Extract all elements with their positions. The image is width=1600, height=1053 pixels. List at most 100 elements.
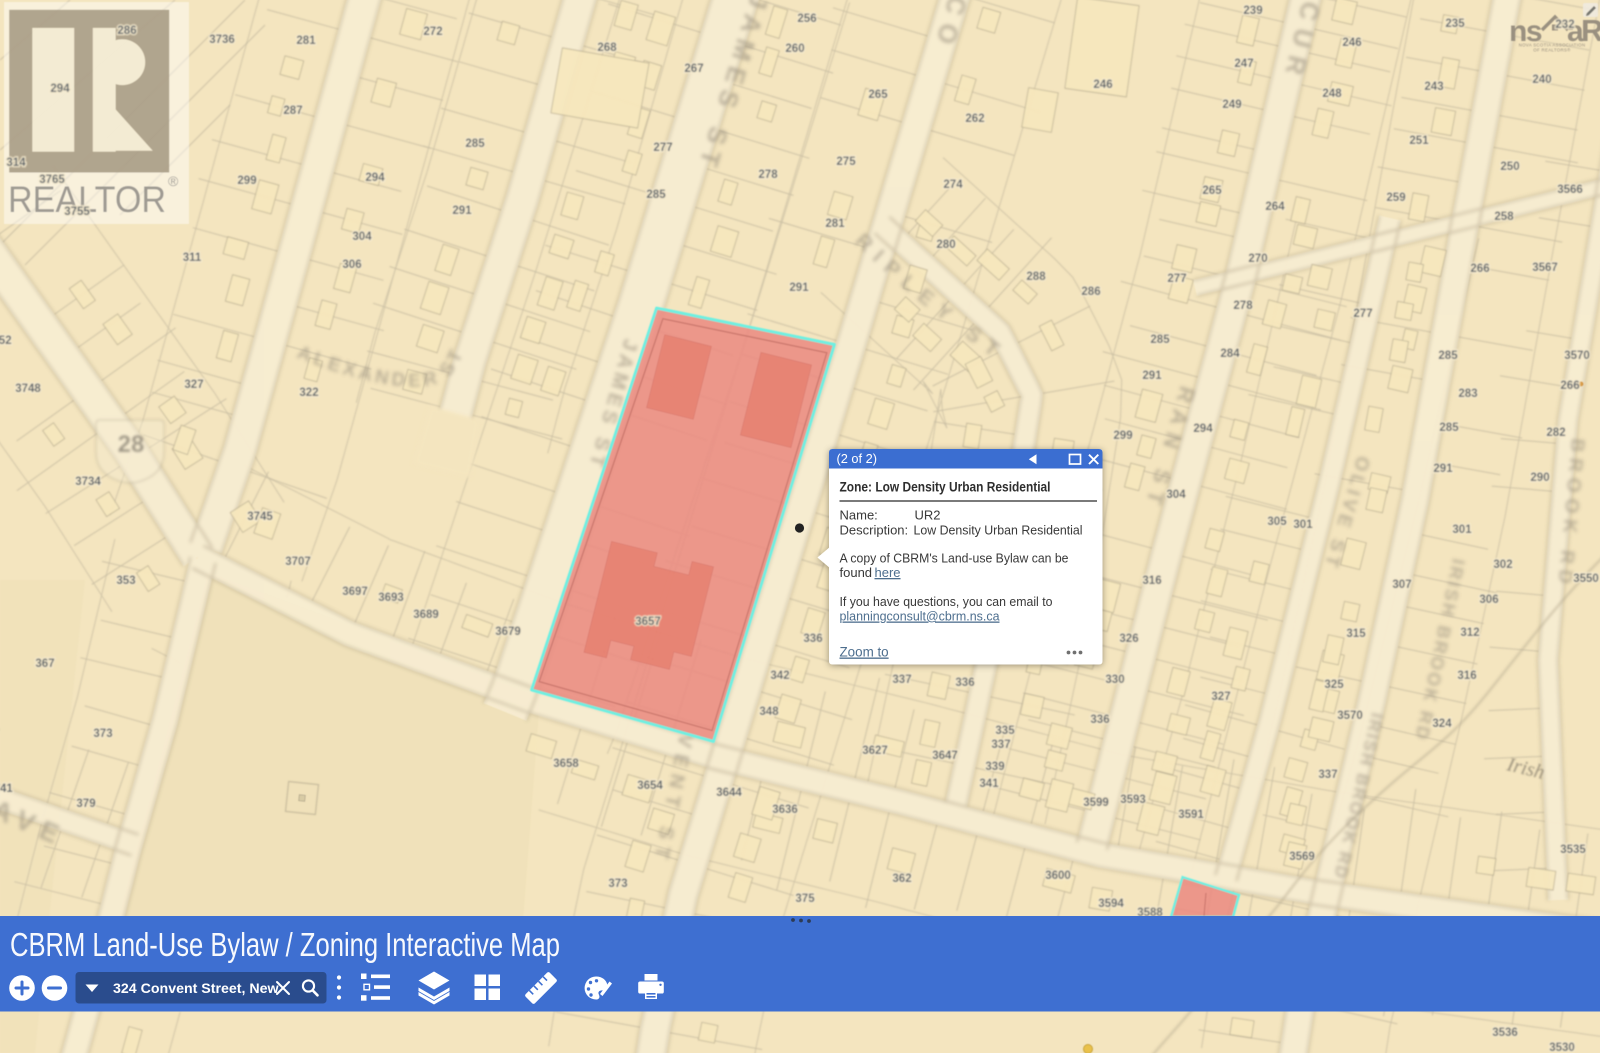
svg-text:353: 353: [116, 575, 135, 587]
svg-text:278: 278: [758, 169, 778, 181]
svg-text:found: found: [840, 565, 873, 580]
svg-text:If you have questions, you can: If you have questions, you can email to: [840, 594, 1053, 609]
svg-text:373: 373: [608, 878, 627, 890]
svg-text:330: 330: [1105, 674, 1124, 686]
svg-text:277: 277: [1353, 308, 1372, 320]
svg-text:291: 291: [1142, 370, 1162, 382]
svg-text:267: 267: [684, 63, 703, 75]
svg-text:339: 339: [985, 761, 1004, 773]
svg-text:291: 291: [789, 282, 809, 294]
svg-text:UR2: UR2: [915, 508, 941, 523]
svg-text:341: 341: [979, 778, 999, 790]
svg-text:286: 286: [117, 25, 136, 37]
svg-text:3600: 3600: [1045, 870, 1071, 882]
svg-text:243: 243: [1424, 81, 1443, 93]
svg-text:342: 342: [770, 670, 789, 682]
svg-text:3644: 3644: [716, 787, 742, 799]
svg-text:285: 285: [1438, 350, 1458, 362]
svg-text:®: ®: [168, 173, 179, 189]
svg-text:3566: 3566: [1557, 184, 1583, 196]
svg-text:(2 of 2): (2 of 2): [837, 451, 878, 466]
svg-text:3741: 3741: [0, 783, 13, 795]
svg-text:280: 280: [936, 239, 955, 251]
svg-text:306: 306: [342, 259, 361, 271]
svg-text:266: 266: [1470, 263, 1489, 275]
svg-text:291: 291: [452, 205, 472, 217]
svg-text:3658: 3658: [553, 758, 579, 770]
svg-text:OF REALTORS®: OF REALTORS®: [1533, 48, 1571, 53]
svg-text:337: 337: [892, 674, 911, 686]
svg-text:3697: 3697: [342, 586, 368, 598]
svg-text:299: 299: [237, 175, 256, 187]
svg-text:240: 240: [1532, 74, 1551, 86]
svg-text:337: 337: [991, 739, 1010, 751]
svg-text:3636: 3636: [772, 804, 798, 816]
svg-text:249: 249: [1222, 99, 1241, 111]
svg-text:3765: 3765: [39, 174, 65, 186]
svg-text:247: 247: [1234, 58, 1253, 70]
svg-text:314: 314: [6, 157, 26, 169]
svg-text:266: 266: [1560, 380, 1579, 392]
svg-text:232: 232: [1555, 19, 1574, 31]
svg-text:316: 316: [1457, 670, 1476, 682]
svg-text:Description:: Description:: [840, 523, 909, 538]
svg-text:336: 336: [803, 633, 822, 645]
svg-text:3536: 3536: [1492, 1027, 1518, 1039]
svg-text:3748: 3748: [15, 383, 41, 395]
svg-text:373: 373: [93, 728, 112, 740]
svg-text:335: 335: [995, 725, 1015, 737]
svg-text:275: 275: [836, 156, 856, 168]
svg-text:3570: 3570: [1337, 710, 1363, 722]
svg-text:337: 337: [1318, 769, 1337, 781]
svg-text:3654: 3654: [637, 780, 663, 792]
svg-text:283: 283: [1458, 388, 1477, 400]
svg-text:285: 285: [465, 138, 485, 150]
svg-text:326: 326: [1119, 633, 1138, 645]
svg-text:Zoom to: Zoom to: [840, 645, 889, 660]
svg-text:291: 291: [1433, 463, 1453, 475]
svg-text:3594: 3594: [1098, 898, 1124, 910]
svg-text:277: 277: [653, 142, 672, 154]
svg-text:282: 282: [1546, 427, 1565, 439]
svg-text:306: 306: [1479, 594, 1498, 606]
svg-text:307: 307: [1392, 579, 1411, 591]
svg-text:3591: 3591: [1178, 809, 1204, 821]
svg-text:277: 277: [1167, 273, 1186, 285]
svg-text:Zone: Low Density Urban Reside: Zone: Low Density Urban Residential: [840, 480, 1051, 495]
svg-text:259: 259: [1386, 192, 1405, 204]
svg-text:288: 288: [1026, 271, 1046, 283]
svg-text:375: 375: [795, 893, 815, 905]
svg-text:327: 327: [1211, 691, 1230, 703]
svg-text:305: 305: [1267, 516, 1287, 528]
svg-text:325: 325: [1324, 679, 1344, 691]
svg-text:285: 285: [646, 189, 666, 201]
svg-text:3657: 3657: [635, 616, 661, 628]
svg-text:251: 251: [1409, 135, 1429, 147]
svg-text:260: 260: [785, 43, 804, 55]
svg-text:301: 301: [1293, 519, 1313, 531]
svg-text:290: 290: [1530, 472, 1549, 484]
svg-text:3627: 3627: [862, 745, 888, 757]
svg-text:here: here: [875, 565, 901, 580]
svg-text:3707: 3707: [285, 556, 311, 568]
svg-text:294: 294: [365, 172, 385, 184]
svg-text:302: 302: [1493, 559, 1512, 571]
svg-text:246: 246: [1342, 37, 1361, 49]
svg-text:3567: 3567: [1532, 262, 1558, 274]
svg-text:270: 270: [1248, 253, 1267, 265]
svg-text:248: 248: [1322, 88, 1342, 100]
svg-text:3679: 3679: [495, 626, 521, 638]
svg-text:262: 262: [965, 113, 984, 125]
svg-text:348: 348: [759, 706, 779, 718]
svg-text:3570: 3570: [1564, 350, 1590, 362]
svg-text:327: 327: [184, 379, 203, 391]
svg-text:3569: 3569: [1289, 851, 1315, 863]
svg-text:3647: 3647: [932, 750, 958, 762]
svg-text:3734: 3734: [75, 476, 101, 488]
svg-text:367: 367: [35, 658, 54, 670]
svg-text:235: 235: [1445, 18, 1465, 30]
svg-text:3689: 3689: [413, 609, 439, 621]
svg-text:3693: 3693: [378, 592, 404, 604]
svg-text:281: 281: [825, 218, 845, 230]
svg-text:Name:: Name:: [840, 508, 878, 523]
